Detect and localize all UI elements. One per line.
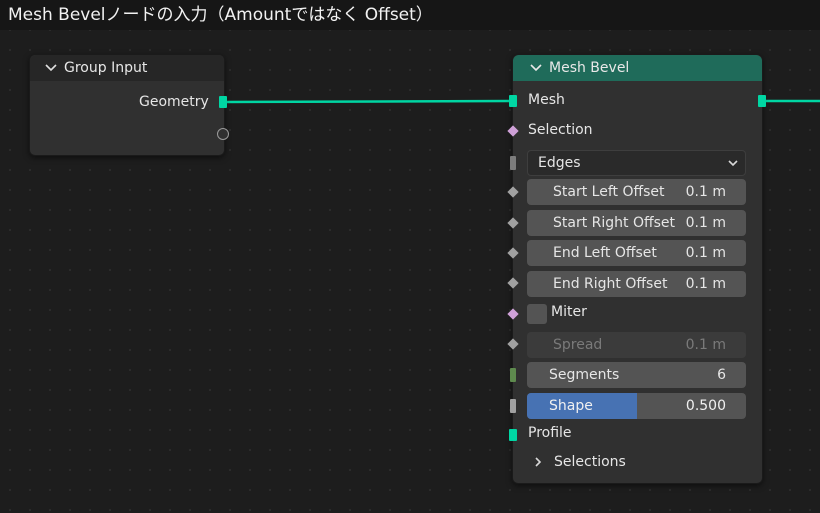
mesh-output-socket[interactable] xyxy=(758,95,766,107)
start-right-offset-value: 0.1 m xyxy=(685,215,726,231)
start-right-offset-field[interactable]: Start Right Offset 0.1 m xyxy=(527,210,746,236)
shape-label: Shape xyxy=(549,398,593,414)
profile-label: Profile xyxy=(528,425,572,441)
end-left-offset-field[interactable]: End Left Offset 0.1 m xyxy=(527,240,746,266)
geometry-output-socket[interactable] xyxy=(219,96,227,108)
start-right-offset-label: Start Right Offset xyxy=(553,215,676,231)
start-left-offset-value: 0.1 m xyxy=(685,184,726,200)
chevron-down-icon[interactable] xyxy=(529,61,543,75)
segments-label: Segments xyxy=(549,367,620,383)
end-left-offset-label: End Left Offset xyxy=(553,245,657,261)
selections-panel-toggle[interactable]: Selections xyxy=(532,454,626,470)
segments-socket[interactable] xyxy=(510,368,516,382)
end-right-offset-field[interactable]: End Right Offset 0.1 m xyxy=(527,271,746,297)
mesh-bevel-header[interactable]: Mesh Bevel xyxy=(513,55,762,81)
profile-socket[interactable] xyxy=(509,429,517,441)
spread-label: Spread xyxy=(553,337,603,353)
selections-label: Selections xyxy=(554,454,626,470)
chevron-down-icon[interactable] xyxy=(44,61,58,75)
segments-field[interactable]: Segments 6 xyxy=(527,362,746,388)
selection-label: Selection xyxy=(528,122,593,138)
segments-value: 6 xyxy=(717,367,726,383)
spread-value: 0.1 m xyxy=(685,337,726,353)
end-left-offset-value: 0.1 m xyxy=(685,245,726,261)
shape-slider[interactable]: Shape 0.500 xyxy=(527,393,746,419)
empty-output-socket[interactable] xyxy=(217,128,229,140)
geometry-output-label: Geometry xyxy=(139,94,209,110)
spread-field: Spread 0.1 m xyxy=(527,332,746,358)
chevron-down-icon xyxy=(728,160,738,167)
end-right-offset-label: End Right Offset xyxy=(553,276,668,292)
geometry-link xyxy=(225,99,512,104)
shape-value: 0.500 xyxy=(685,398,726,414)
group-input-header[interactable]: Group Input xyxy=(30,55,224,81)
miter-checkbox[interactable] xyxy=(527,304,547,324)
mode-socket[interactable] xyxy=(510,156,516,170)
chevron-right-icon xyxy=(535,457,542,467)
mode-dropdown-value: Edges xyxy=(538,155,581,171)
shape-socket[interactable] xyxy=(510,399,516,413)
start-left-offset-label: Start Left Offset xyxy=(553,184,665,200)
mesh-input-label: Mesh xyxy=(528,92,565,108)
mesh-bevel-title: Mesh Bevel xyxy=(549,60,630,76)
page-title: Mesh Bevelノードの入力（Amountではなく Offset） xyxy=(0,0,820,30)
mode-dropdown[interactable]: Edges xyxy=(527,150,746,176)
mesh-input-socket[interactable] xyxy=(509,95,517,107)
mesh-bevel-node[interactable]: Mesh Bevel xyxy=(512,54,763,484)
start-left-offset-field[interactable]: Start Left Offset 0.1 m xyxy=(527,179,746,205)
miter-label: Miter xyxy=(551,304,587,320)
group-input-title: Group Input xyxy=(64,60,148,76)
end-right-offset-value: 0.1 m xyxy=(685,276,726,292)
